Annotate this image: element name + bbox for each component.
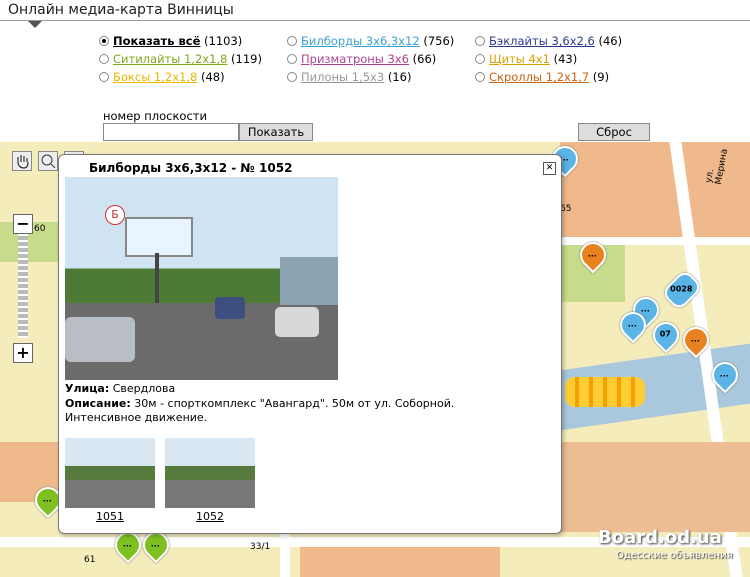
car-image xyxy=(65,317,135,362)
collapse-arrow-icon[interactable] xyxy=(28,21,42,28)
plane-number-input[interactable] xyxy=(103,123,239,141)
thumbnail-1052[interactable] xyxy=(165,438,255,508)
page-title: Онлайн медиа-карта Винницы xyxy=(8,2,234,18)
billboard-info-popup: Билборды 3х6,3х12 - № 1052 ✕ Б Улица: Св… xyxy=(58,154,562,534)
street-info: Улица: Свердлова xyxy=(65,382,176,395)
car-image xyxy=(215,297,245,319)
description-info: Описание: 30м - спорткомплекс "Авангард"… xyxy=(65,397,455,424)
title-divider xyxy=(0,20,750,21)
map-house-number: 61 xyxy=(84,555,96,565)
billboard-marker[interactable]: 07 xyxy=(647,316,685,354)
car-image xyxy=(275,307,319,337)
filter-column-3: Бэклайты 3,6х2,6 (46) Щиты 4х1 (43) Скро… xyxy=(475,32,622,86)
radio-icon[interactable] xyxy=(475,72,485,82)
plane-number-label: номер плоскости xyxy=(103,109,207,123)
zoom-in-button[interactable]: + xyxy=(13,343,33,363)
filter-backlights[interactable]: Бэклайты 3,6х2,6 (46) xyxy=(475,32,622,50)
filter-pylons[interactable]: Пилоны 1,5х3 (16) xyxy=(287,68,454,86)
radio-icon[interactable] xyxy=(287,36,297,46)
filter-column-1: Показать всё (1103) Ситилайты 1,2х1,8 (1… xyxy=(99,32,262,86)
filter-citylights[interactable]: Ситилайты 1,2х1,8 (119) xyxy=(99,50,262,68)
marker-cluster[interactable] xyxy=(565,377,645,407)
filter-billboards[interactable]: Билборды 3х6,3х12 (756) xyxy=(287,32,454,50)
map-block xyxy=(560,442,750,532)
radio-icon[interactable] xyxy=(287,72,297,82)
zoom-slider[interactable] xyxy=(18,234,28,338)
radio-icon[interactable] xyxy=(475,36,485,46)
radio-icon[interactable] xyxy=(475,54,485,64)
reset-button[interactable]: Сброс xyxy=(578,123,650,141)
zoom-out-button[interactable]: − xyxy=(13,214,33,234)
popup-title: Билборды 3х6,3х12 - № 1052 xyxy=(89,161,293,175)
filter-column-2: Билборды 3х6,3х12 (756) Призматроны 3х6 … xyxy=(287,32,454,86)
photo-badge: Б xyxy=(105,205,125,225)
watermark-subtitle: Одесские объявления xyxy=(616,550,733,561)
billboard-sign xyxy=(125,217,193,257)
thumbnail-caption[interactable]: 1051 xyxy=(65,510,155,523)
thumbnail-1051[interactable] xyxy=(65,438,155,508)
map-house-number: 60 xyxy=(34,224,46,234)
radio-icon[interactable] xyxy=(287,54,297,64)
radio-icon[interactable] xyxy=(99,72,109,82)
map-road xyxy=(280,532,290,577)
thumbnail-caption[interactable]: 1052 xyxy=(165,510,255,523)
close-icon[interactable]: ✕ xyxy=(543,162,556,175)
billboard-pole xyxy=(155,253,159,303)
radio-icon[interactable] xyxy=(99,54,109,64)
billboard-photo[interactable]: Б xyxy=(65,177,338,380)
filter-prismatrons[interactable]: Призматроны 3х6 (66) xyxy=(287,50,454,68)
filter-shields[interactable]: Щиты 4х1 (43) xyxy=(475,50,622,68)
filter-show-all[interactable]: Показать всё (1103) xyxy=(99,32,262,50)
building-image xyxy=(280,257,338,305)
watermark-logo: Board.od.ua xyxy=(598,527,722,548)
map-block xyxy=(300,547,500,577)
show-button[interactable]: Показать xyxy=(239,123,313,141)
filter-scrolls[interactable]: Скроллы 1,2х1,7 (9) xyxy=(475,68,622,86)
zoom-area-icon[interactable] xyxy=(38,151,58,171)
map-house-number: 33/1 xyxy=(250,542,271,552)
radio-selected-icon[interactable] xyxy=(99,36,109,46)
filter-boxes[interactable]: Боксы 1,2х1,8 (48) xyxy=(99,68,262,86)
pan-hand-icon[interactable] xyxy=(12,151,32,171)
